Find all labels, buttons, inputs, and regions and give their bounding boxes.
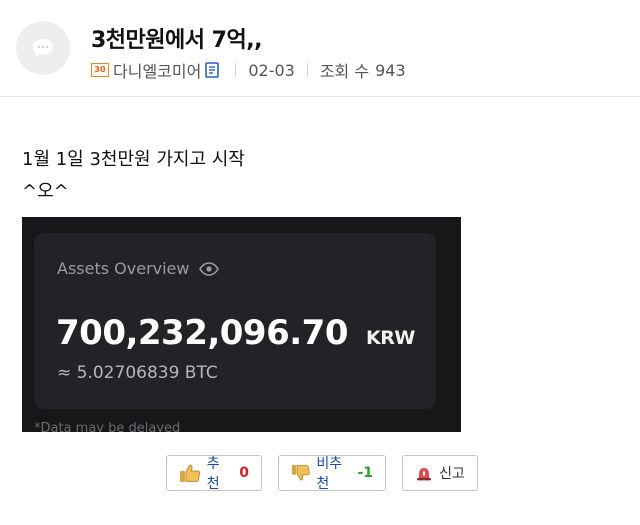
card-title: Assets Overview [57, 259, 220, 278]
upvote-label: 추천 [206, 456, 220, 492]
card-title-text: Assets Overview [57, 259, 190, 278]
report-label: 신고 [439, 466, 465, 482]
assets-card: Assets Overview 700,232,096.70 KRW ≈ 5.0… [34, 233, 436, 409]
upvote-count: 0 [239, 465, 249, 481]
post-header: 3천만원에서 7억,, 30 다니엘코미어 02-03 조회 수 943 [0, 0, 640, 97]
currency-code: KRW [365, 327, 415, 349]
btc-equivalent: ≈ 5.02706839 BTC [57, 363, 218, 383]
amount-value: 700,232,096.70 [56, 313, 348, 353]
vote-buttons: 추천 0 비추천 -1 신고 [166, 455, 494, 492]
upvote-button[interactable]: 추천 0 [166, 455, 262, 492]
embedded-screenshot: Assets Overview 700,232,096.70 KRW ≈ 5.0… [22, 217, 461, 432]
document-icon[interactable] [205, 62, 220, 78]
level-badge: 30 [91, 63, 109, 77]
downvote-count: -1 [357, 465, 373, 481]
body-line-2: ^오^ [22, 181, 69, 202]
speech-bubble-icon [33, 39, 53, 57]
post-body: 1월 1일 3천만원 가지고 시작 ^오^ [22, 144, 245, 208]
siren-icon [417, 468, 432, 481]
post-date: 02-03 [248, 60, 295, 80]
thumbs-up-icon [179, 464, 201, 482]
views-count: 943 [375, 60, 406, 80]
downvote-button[interactable]: 비추천 -1 [278, 455, 386, 492]
meta-divider [306, 63, 308, 77]
body-line-1: 1월 1일 3천만원 가지고 시작 [22, 149, 245, 170]
report-button[interactable]: 신고 [402, 455, 478, 491]
delay-note: *Data may be delayed [34, 421, 181, 432]
eye-icon [199, 261, 220, 276]
thumbs-down-icon [291, 465, 310, 481]
post-meta: 30 다니엘코미어 02-03 조회 수 943 [91, 58, 406, 82]
views-label: 조회 수 [319, 62, 370, 81]
post-title[interactable]: 3천만원에서 7억,, [91, 22, 262, 54]
asset-amount: 700,232,096.70 KRW [56, 313, 415, 353]
avatar[interactable] [16, 21, 70, 75]
downvote-label: 비추천 [316, 456, 343, 492]
author-name[interactable]: 다니엘코미어 [113, 58, 201, 82]
meta-divider [235, 63, 237, 77]
